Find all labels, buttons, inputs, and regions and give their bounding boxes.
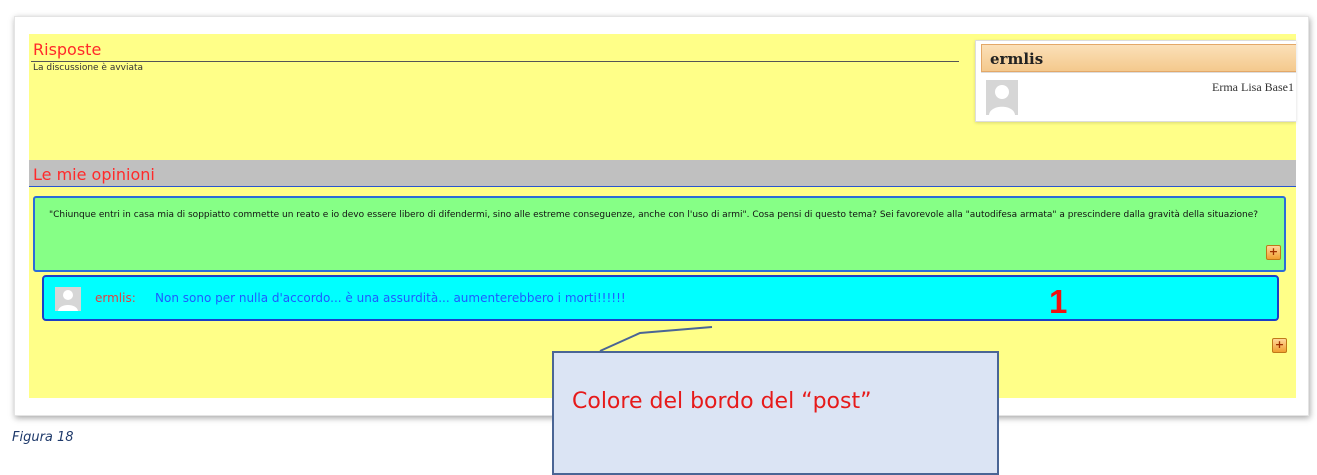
callout-text: Colore del bordo del “post” <box>572 389 872 414</box>
figure-caption: Figura 18 <box>12 430 74 445</box>
callout-box: Colore del bordo del “post” <box>552 351 999 475</box>
